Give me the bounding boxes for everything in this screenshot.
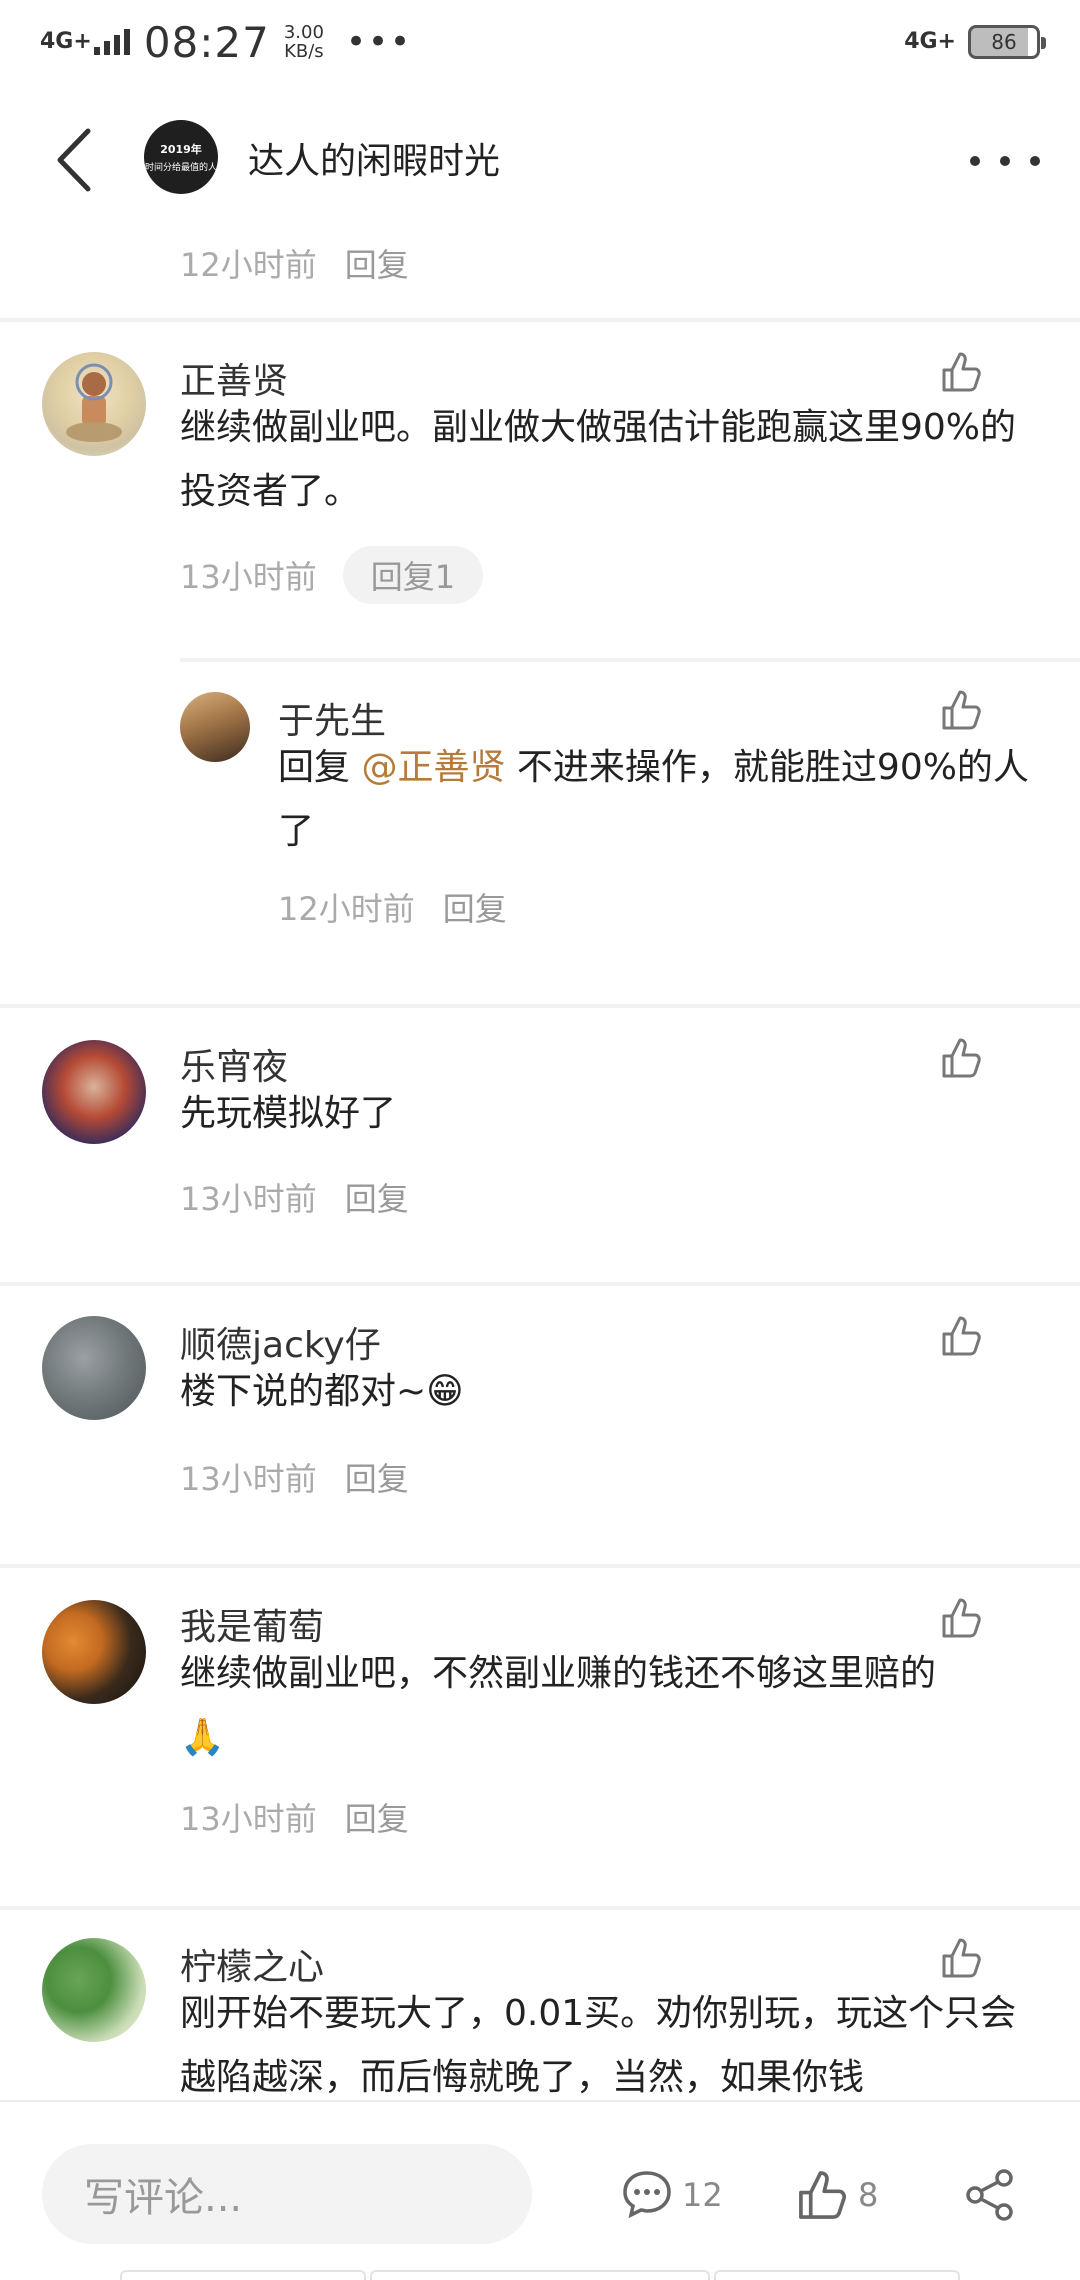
avatar[interactable]: [42, 352, 146, 456]
comment-meta: 13小时前 回复: [180, 1794, 409, 1840]
comment-time: 13小时前: [180, 1180, 317, 1218]
reply-prefix: 回复: [278, 747, 362, 788]
comment-item: 正善贤 继续做副业吧。副业做大做强估计能跑赢这里90%的投资者了。 13小时前 …: [0, 322, 1080, 988]
comment-time: 13小时前: [180, 558, 317, 596]
comment-time: 13小时前: [180, 1800, 317, 1838]
status-bar: 4G+ 08:27 3.00 KB/s ••• 4G+ 86: [0, 0, 1080, 84]
view-replies-button[interactable]: 回复1: [342, 546, 484, 604]
comment-text: 先玩模拟好了: [180, 1093, 397, 1134]
reply-text: 回复 @正善贤 不进来操作，就能胜过90%的人了: [278, 736, 1038, 864]
like-icon[interactable]: [940, 688, 984, 732]
comment-item: 我是葡萄 继续做副业吧，不然副业赚的钱还不够这里赔的 🙏 13小时前 回复: [0, 1568, 1080, 1908]
keyboard-hint: [370, 2270, 710, 2280]
reply-button[interactable]: 回复: [443, 884, 507, 930]
page-title: 达人的闲暇时光: [248, 141, 501, 182]
more-dot-icon: [1030, 156, 1040, 166]
comment-list[interactable]: 12小时前 回复 正善贤 继续做副业吧。副业做大做强估计能跑赢这里90%的投资者…: [0, 224, 1080, 2100]
reply-meta: 12小时前 回复: [278, 884, 507, 930]
praying-hands-emoji-icon: 🙏: [180, 1717, 225, 1758]
reply-avatar[interactable]: [180, 692, 250, 762]
reply-divider: [180, 658, 1080, 662]
more-dot-icon: [1000, 156, 1010, 166]
keyboard-hint: [120, 2270, 366, 2280]
more-dot-icon: [970, 156, 980, 166]
like-icon[interactable]: [940, 1314, 984, 1358]
comment-time: 12小时前: [180, 246, 317, 284]
reply-button[interactable]: 回复: [345, 240, 409, 286]
back-arrow-icon: [57, 128, 91, 192]
comment-body: 楼下说的都对~: [180, 1371, 427, 1412]
comment-count: 12: [682, 2176, 723, 2214]
comment-item: 乐宵夜 先玩模拟好了 13小时前 回复: [0, 1008, 1080, 1282]
back-button[interactable]: [44, 120, 104, 200]
like-icon[interactable]: [940, 1036, 984, 1080]
comment-text: 继续做副业吧。副业做大做强估计能跑赢这里90%的投资者了。: [180, 407, 1017, 512]
mention-link[interactable]: @正善贤: [361, 747, 505, 788]
share-icon: [966, 2169, 1013, 2221]
like-icon[interactable]: [940, 350, 984, 394]
reply-button[interactable]: 回复: [345, 1174, 409, 1220]
like-count: 8: [858, 2176, 879, 2214]
network-speed: 3.00 KB/s: [283, 22, 324, 62]
comment-meta: 13小时前 回复: [180, 1174, 409, 1220]
more-options-button[interactable]: [970, 136, 1040, 186]
battery-icon: 86: [968, 25, 1046, 59]
clock: 08:27: [143, 17, 270, 67]
network-type-right: 4G+: [904, 29, 956, 54]
comment-body: 继续做副业吧，不然副业赚的钱还不够这里赔的: [180, 1653, 937, 1694]
thumbs-up-icon: [799, 2171, 846, 2219]
previous-comment-meta: 12小时前 回复: [180, 240, 409, 286]
comments-button[interactable]: 12: [620, 2160, 723, 2230]
comment-meta: 13小时前 回复1: [180, 546, 484, 604]
reply-button[interactable]: 回复: [345, 1794, 409, 1840]
avatar-figure-icon: [66, 363, 122, 442]
more-notifications-icon: •••: [345, 22, 413, 62]
comment-item: 顺德jacky仔 楼下说的都对~😁 13小时前 回复: [0, 1286, 1080, 1562]
avatar-year: 2019年: [160, 143, 202, 156]
avatar[interactable]: [42, 1600, 146, 1704]
like-icon[interactable]: [940, 1596, 984, 1640]
signal-icon: [93, 29, 130, 55]
comment-bubble-icon: [623, 2171, 671, 2219]
comment-input[interactable]: 写评论...: [42, 2144, 532, 2244]
header: 2019年 时间分给最值的人 达人的闲暇时光: [0, 84, 1080, 224]
comment-text: 刚开始不要玩大了，0.01买。劝你别玩，玩这个只会越陷越深，而后悔就晚了，当然，…: [180, 1993, 1017, 2098]
like-icon[interactable]: [940, 1936, 984, 1980]
comment-item: 柠檬之心 刚开始不要玩大了，0.01买。劝你别玩，玩这个只会越陷越深，而后悔就晚…: [0, 1910, 1080, 2100]
comment-text: 楼下说的都对~😁: [180, 1360, 1020, 1424]
comment-meta: 13小时前 回复: [180, 1454, 409, 1500]
comment-time: 13小时前: [180, 1460, 317, 1498]
keyboard-hint: [714, 2270, 960, 2280]
network-type: 4G+: [40, 29, 92, 54]
avatar[interactable]: [42, 1040, 146, 1144]
grin-emoji-icon: 😁: [426, 1371, 464, 1412]
like-button[interactable]: 8: [796, 2160, 878, 2230]
battery-level: 86: [991, 30, 1017, 54]
comment-text: 继续做副业吧，不然副业赚的钱还不够这里赔的 🙏: [180, 1642, 1040, 1770]
share-button[interactable]: [962, 2160, 1018, 2230]
avatar[interactable]: [42, 1316, 146, 1420]
group-avatar[interactable]: 2019年 时间分给最值的人: [144, 120, 218, 194]
reply-button[interactable]: 回复: [345, 1454, 409, 1500]
avatar[interactable]: [42, 1938, 146, 2042]
bottom-bar: 写评论... 12 8: [0, 2100, 1080, 2280]
reply-time: 12小时前: [278, 890, 415, 928]
avatar-caption: 时间分给最值的人: [144, 163, 217, 173]
